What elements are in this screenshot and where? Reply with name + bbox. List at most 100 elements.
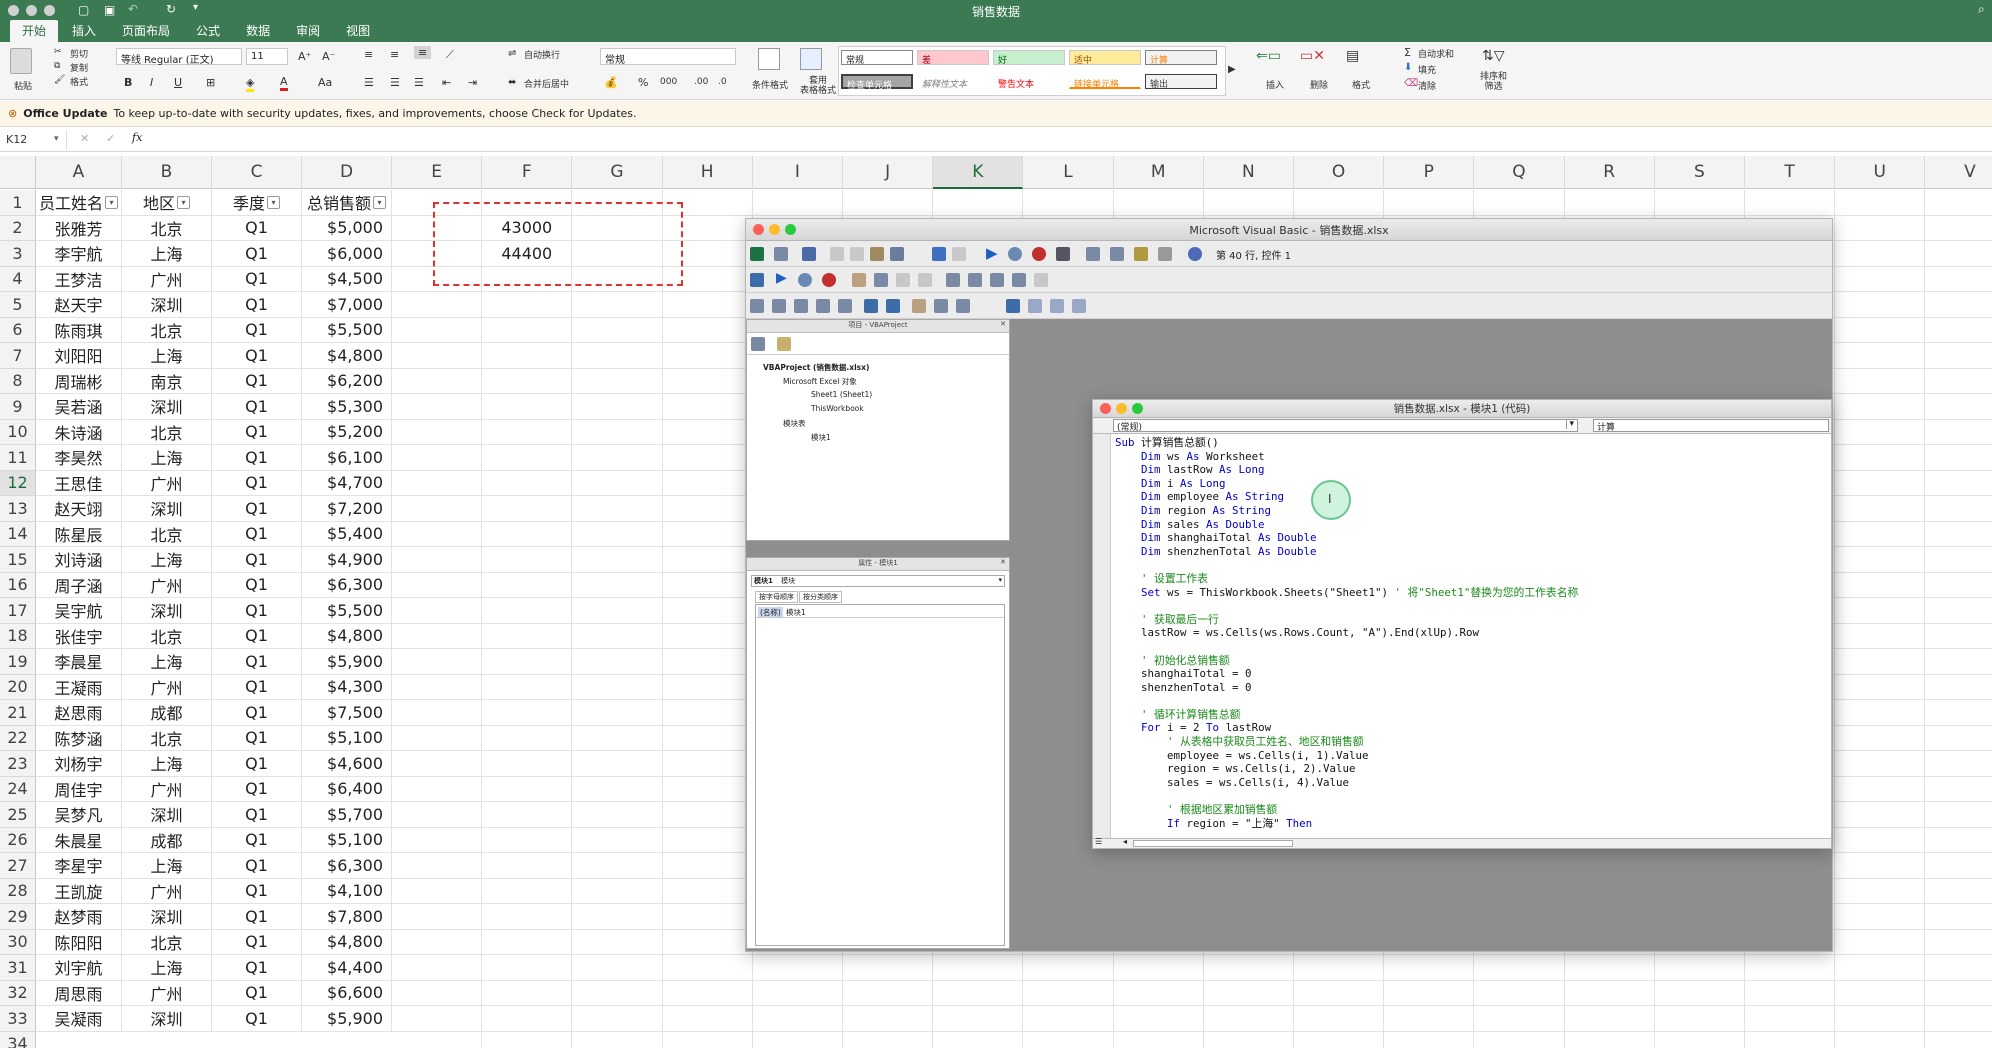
autosum-icon[interactable]: Σ xyxy=(1404,46,1411,59)
view-mode-icon[interactable]: ☰ xyxy=(1095,837,1102,846)
empty-cell[interactable] xyxy=(1835,343,1926,369)
empty-cell[interactable] xyxy=(1925,573,1992,598)
empty-cell[interactable] xyxy=(662,955,753,981)
empty-cell[interactable] xyxy=(1925,394,1992,420)
font-size-select[interactable]: 11 xyxy=(246,48,288,65)
empty-cell[interactable] xyxy=(662,445,753,471)
empty-cell[interactable] xyxy=(1745,1031,1836,1048)
number-format-select[interactable]: 常规 xyxy=(600,48,736,66)
format-painter-button[interactable]: 格式 xyxy=(70,75,88,88)
empty-cell[interactable] xyxy=(482,751,573,777)
align-left-icon[interactable]: ☰ xyxy=(364,76,374,89)
select-all-corner[interactable] xyxy=(0,156,36,189)
debug-reset-icon[interactable] xyxy=(822,273,836,287)
tree-sheet1[interactable]: Sheet1 (Sheet1) xyxy=(811,390,872,399)
empty-cell[interactable] xyxy=(1925,879,1992,904)
empty-cell[interactable] xyxy=(482,929,573,955)
cell-name[interactable]: 李晨星 xyxy=(36,649,122,675)
empty-cell[interactable] xyxy=(662,1006,753,1032)
empty-cell[interactable] xyxy=(1835,521,1926,547)
cell-sales[interactable]: $4,800 xyxy=(302,623,392,649)
cell-sales[interactable]: $7,000 xyxy=(302,292,392,318)
column-header-k[interactable]: K xyxy=(933,156,1024,189)
toggle-breakpoint-icon[interactable] xyxy=(852,273,866,287)
header-cell-c[interactable]: 季度 ▾ xyxy=(212,190,302,216)
empty-cell[interactable] xyxy=(1564,980,1655,1006)
toolbox-icon[interactable] xyxy=(1158,247,1172,261)
empty-cell[interactable] xyxy=(392,878,483,904)
save-icon[interactable] xyxy=(802,247,816,261)
empty-cell[interactable] xyxy=(572,521,663,547)
empty-cell[interactable] xyxy=(1835,878,1926,904)
bold-icon[interactable]: B xyxy=(124,76,132,89)
cell-sales[interactable]: $4,500 xyxy=(302,266,392,292)
empty-cell[interactable] xyxy=(482,827,573,853)
cell-region[interactable]: 成都 xyxy=(122,827,212,853)
column-header-c[interactable]: C xyxy=(212,156,302,189)
accounting-format-icon[interactable]: 💰 xyxy=(604,76,618,89)
row-header-9[interactable]: 9 xyxy=(0,394,36,420)
increase-indent-icon[interactable]: ⇥ xyxy=(468,76,477,89)
cell-quarter[interactable]: Q1 xyxy=(212,470,302,496)
empty-cell[interactable] xyxy=(1384,1031,1475,1048)
empty-cell[interactable] xyxy=(1565,1031,1655,1048)
empty-cell[interactable] xyxy=(1835,623,1926,649)
empty-cell[interactable] xyxy=(662,521,753,547)
empty-cell[interactable] xyxy=(933,1031,1024,1048)
row-header-32[interactable]: 32 xyxy=(0,980,36,1006)
row-header-18[interactable]: 18 xyxy=(0,623,36,649)
cell-sales[interactable]: $4,900 xyxy=(302,547,392,573)
empty-cell[interactable] xyxy=(392,547,483,573)
column-header-t[interactable]: T xyxy=(1745,156,1836,189)
step-over-icon[interactable] xyxy=(896,273,910,287)
empty-cell[interactable] xyxy=(1294,980,1385,1006)
immediate-window-icon[interactable] xyxy=(968,273,982,287)
column-header-g[interactable]: G xyxy=(572,156,663,189)
row-header-26[interactable]: 26 xyxy=(0,827,36,853)
cell-name[interactable]: 赵天宇 xyxy=(36,292,122,318)
empty-cell[interactable] xyxy=(392,904,483,930)
empty-cell[interactable] xyxy=(1654,1006,1745,1032)
cell-region[interactable]: 北京 xyxy=(122,521,212,547)
cell-sales[interactable]: $5,900 xyxy=(302,1006,392,1032)
empty-cell[interactable] xyxy=(1294,1006,1385,1032)
tree-excel-objects[interactable]: Microsoft Excel 对象 xyxy=(783,376,857,387)
props-tab-category[interactable]: 按分类顺序 xyxy=(799,591,842,603)
debug-break-icon[interactable] xyxy=(798,273,812,287)
cell-sales[interactable]: $5,100 xyxy=(302,725,392,751)
empty-cell[interactable] xyxy=(482,623,573,649)
empty-cell[interactable] xyxy=(1835,827,1926,853)
row-header-3[interactable]: 3 xyxy=(0,241,36,267)
empty-cell[interactable] xyxy=(662,368,753,394)
empty-cell[interactable] xyxy=(1384,1006,1475,1032)
cell-sales[interactable]: $6,400 xyxy=(302,776,392,802)
tab-data[interactable]: 数据 xyxy=(234,20,282,42)
empty-cell[interactable] xyxy=(1384,190,1475,216)
empty-cell[interactable] xyxy=(1203,955,1294,981)
insert-cells-icon[interactable]: ⇐▭ xyxy=(1256,48,1281,64)
empty-cell[interactable] xyxy=(1925,471,1992,496)
empty-cell[interactable] xyxy=(1023,1006,1114,1032)
cell-quarter[interactable]: Q1 xyxy=(212,368,302,394)
cell-sales[interactable]: $4,400 xyxy=(302,955,392,981)
empty-cell[interactable] xyxy=(662,751,753,777)
empty-cell[interactable] xyxy=(572,623,663,649)
cell-region[interactable]: 北京 xyxy=(122,317,212,343)
empty-cell[interactable] xyxy=(482,878,573,904)
cell-sales[interactable]: $6,100 xyxy=(302,445,392,471)
cell-sales[interactable]: $5,500 xyxy=(302,317,392,343)
empty-cell[interactable] xyxy=(482,955,573,981)
empty-cell[interactable] xyxy=(1835,929,1926,955)
cell-sales[interactable]: $6,300 xyxy=(302,853,392,879)
column-header-m[interactable]: M xyxy=(1113,156,1204,189)
cell-name[interactable]: 李昊然 xyxy=(36,445,122,471)
empty-cell[interactable] xyxy=(572,343,663,369)
cell-region[interactable]: 深圳 xyxy=(122,496,212,522)
empty-cell[interactable] xyxy=(392,929,483,955)
empty-cell[interactable] xyxy=(1474,955,1565,981)
empty-cell[interactable] xyxy=(482,445,573,471)
empty-cell[interactable] xyxy=(1564,1006,1655,1032)
empty-cell[interactable] xyxy=(572,317,663,343)
align-center-icon[interactable]: ☰ xyxy=(390,76,400,89)
empty-cell[interactable] xyxy=(1925,420,1992,445)
